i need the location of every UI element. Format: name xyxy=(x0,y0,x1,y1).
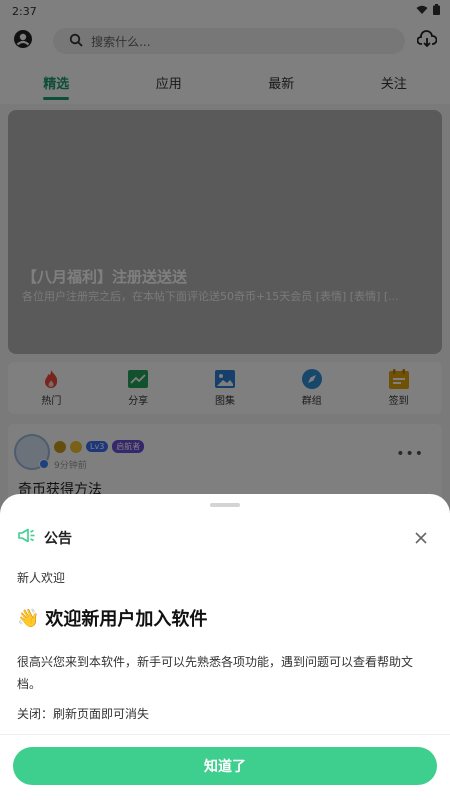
notice-heading: 👋 欢迎新用户加入软件 xyxy=(17,605,207,631)
close-button[interactable] xyxy=(410,527,432,549)
waving-hand-icon: 👋 xyxy=(17,607,40,629)
notice-close-hint: 关闭：刷新页面即可消失 xyxy=(17,707,150,721)
drag-handle[interactable] xyxy=(210,503,240,507)
sheet-header: 公告 xyxy=(18,526,432,550)
notice-heading-text: 欢迎新用户加入软件 xyxy=(45,609,208,630)
notice-subtitle: 新人欢迎 xyxy=(17,571,66,585)
announcement-sheet: 公告 新人欢迎 👋 欢迎新用户加入软件 很高兴您来到本软件，新手可以先熟悉各项功… xyxy=(0,494,450,800)
divider xyxy=(0,734,450,735)
notice-body: 很高兴您来到本软件，新手可以先熟悉各项功能，遇到问题可以查看帮助文档。 xyxy=(17,655,414,691)
confirm-button[interactable]: 知道了 xyxy=(13,747,437,785)
close-icon xyxy=(415,529,427,548)
sheet-title: 公告 xyxy=(44,531,72,547)
megaphone-icon xyxy=(18,528,36,548)
